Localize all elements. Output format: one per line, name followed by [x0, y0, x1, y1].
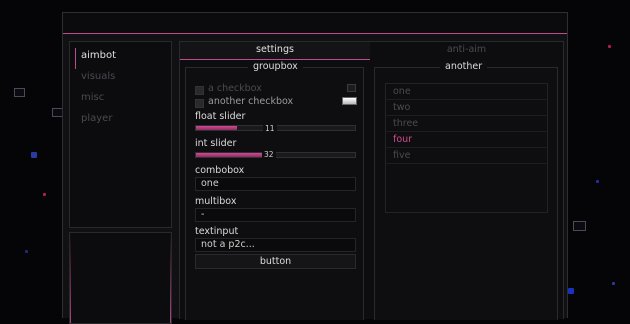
bg-dot [43, 193, 46, 196]
groupbox-title: groupbox [248, 61, 303, 73]
bg-dot [25, 250, 28, 253]
sidebar-item-player[interactable]: player [75, 111, 171, 132]
sidebar-item-aimbot[interactable]: aimbot [75, 48, 171, 69]
bg-dot [31, 152, 37, 158]
multibox-label: multibox [195, 196, 237, 207]
tab-bar: settings anti-aim [180, 42, 563, 60]
bg-dot [596, 180, 599, 183]
another-groupbox: another one two three four five [374, 61, 558, 320]
checkbox-another-label[interactable]: another checkbox [208, 96, 293, 107]
list-item-four[interactable]: four [386, 132, 547, 148]
checkbox-another[interactable] [195, 99, 204, 108]
listbox: one two three four five [385, 83, 548, 213]
combobox-dropdown[interactable]: one [195, 177, 356, 191]
menu-window: aimbot visuals misc player settings anti… [62, 12, 568, 324]
sidebar-item-visuals[interactable]: visuals [75, 69, 171, 90]
panel-edge-glow [70, 233, 71, 323]
groupbox: groupbox a checkbox another checkbox flo… [185, 61, 364, 320]
sidebar-item-misc[interactable]: misc [75, 90, 171, 111]
float-slider-value: 11 [263, 124, 277, 133]
bg-square [14, 88, 25, 97]
tab-anti-aim[interactable]: anti-aim [370, 42, 563, 59]
tab-settings[interactable]: settings [180, 42, 370, 60]
list-item-five[interactable]: five [386, 148, 547, 164]
sidebar-subpanel [69, 232, 172, 324]
textinput-label: textinput [195, 226, 239, 237]
color-picker-1[interactable] [347, 84, 356, 92]
list-item-two[interactable]: two [386, 100, 547, 116]
text-input[interactable]: not a p2c... [195, 238, 356, 252]
multibox-dropdown[interactable]: - [195, 208, 356, 222]
bg-dot [608, 45, 611, 48]
panel-edge-glow [170, 233, 171, 323]
int-slider-value: 32 [262, 150, 276, 159]
checkbox-a[interactable] [195, 86, 204, 95]
float-slider-label: float slider [195, 111, 246, 122]
bg-dot [568, 288, 574, 294]
color-picker-2[interactable] [342, 97, 357, 105]
sidebar: aimbot visuals misc player [69, 41, 172, 228]
int-slider-fill [196, 153, 271, 157]
content-panel: settings anti-aim groupbox a checkbox an… [179, 41, 564, 320]
checkbox-a-label[interactable]: a checkbox [208, 83, 262, 94]
another-title: another [440, 61, 488, 73]
window-header[interactable] [63, 13, 567, 33]
float-slider-fill [196, 126, 238, 130]
bg-dot [612, 282, 615, 285]
list-item-three[interactable]: three [386, 116, 547, 132]
int-slider-label: int slider [195, 138, 237, 149]
combobox-label: combobox [195, 165, 245, 176]
list-item-one[interactable]: one [386, 84, 547, 100]
bg-square [573, 221, 586, 231]
accent-line [63, 33, 567, 34]
action-button[interactable]: button [195, 254, 356, 269]
